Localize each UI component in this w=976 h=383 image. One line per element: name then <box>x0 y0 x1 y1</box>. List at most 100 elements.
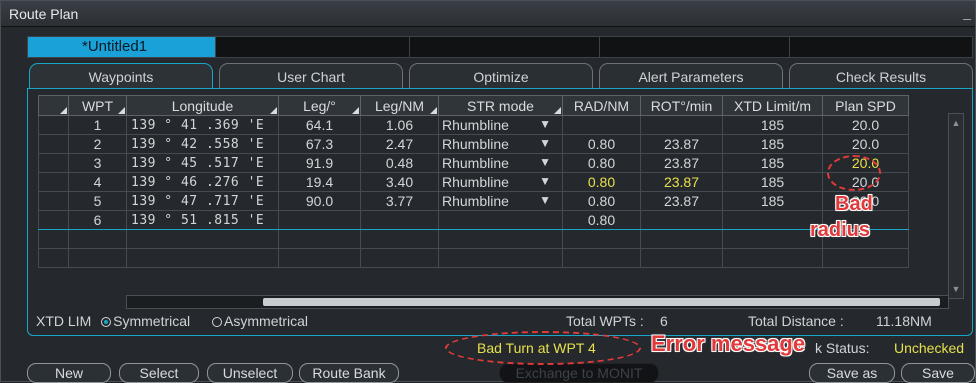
xtd-cell[interactable]: 185 <box>722 153 823 173</box>
col-longitude[interactable]: Longitude <box>126 95 279 116</box>
table-row[interactable]: 2 139 ° 42 .558 'E 67.3 2.47 Rhumbline ▼ … <box>38 134 909 154</box>
xtd-cell[interactable]: 185 <box>722 172 823 192</box>
table-row-empty[interactable] <box>38 229 909 249</box>
radio-symmetrical[interactable] <box>101 317 112 327</box>
symmetrical-label[interactable]: Symmetrical <box>113 313 190 329</box>
row-select-cell[interactable] <box>38 153 69 173</box>
str-mode-dropdown[interactable]: Rhumbline ▼ <box>438 191 563 211</box>
rot-cell: 23.87 <box>640 191 723 211</box>
dropdown-arrow-icon[interactable]: ▼ <box>539 174 551 188</box>
longitude-cell[interactable]: 139 ° 46 .276 'E <box>126 172 279 192</box>
rot-cell: 23.87 <box>640 153 723 173</box>
row-select-cell[interactable] <box>38 134 69 154</box>
table-row-empty[interactable] <box>38 248 909 268</box>
asymmetrical-label[interactable]: Asymmetrical <box>224 313 308 329</box>
longitude-cell[interactable]: 139 ° 47 .717 'E <box>126 191 279 211</box>
rad-cell[interactable]: 0.80 <box>562 153 641 173</box>
table-row[interactable]: 3 139 ° 45 .517 'E 91.9 0.48 Rhumbline ▼ … <box>38 153 909 173</box>
route-file-tabs: *Untitled1 <box>27 36 973 58</box>
radio-asymmetrical[interactable] <box>212 317 223 327</box>
leg-deg-cell: 19.4 <box>278 172 361 192</box>
tab-bar: Waypoints User Chart Optimize Alert Para… <box>27 63 973 89</box>
table-row[interactable]: 4 139 ° 46 .276 'E 19.4 3.40 Rhumbline ▼ … <box>38 172 909 192</box>
error-message-annotation: Error message <box>651 331 806 356</box>
select-all-header[interactable] <box>38 95 69 116</box>
scroll-up-icon[interactable]: ▲ <box>951 118 961 128</box>
dropdown-arrow-icon[interactable]: ▼ <box>539 155 551 169</box>
longitude-cell[interactable]: 139 ° 51 .815 'E <box>126 210 279 230</box>
str-mode-dropdown[interactable]: Rhumbline ▼ <box>438 134 563 154</box>
row-select-cell[interactable] <box>38 210 69 230</box>
col-leg-nm[interactable]: Leg/NM <box>360 95 439 116</box>
xtd-cell[interactable]: 185 <box>722 134 823 154</box>
empty-file-slot[interactable] <box>216 37 410 57</box>
exchange-to-monit-button[interactable]: Exchange to MONIT <box>499 363 659 383</box>
tab-optimize[interactable]: Optimize <box>409 63 593 89</box>
plan-spd-cell[interactable]: 20.0 <box>822 115 909 135</box>
str-mode-cell[interactable] <box>438 210 563 230</box>
dropdown-arrow-icon[interactable]: ▼ <box>539 136 551 150</box>
total-distance-label: Total Distance : <box>748 313 844 329</box>
table-row[interactable]: 1 139 ° 41 .369 'E 64.1 1.06 Rhumbline ▼ … <box>38 115 909 135</box>
horizontal-scrollbar[interactable] <box>126 295 949 309</box>
table-row-selected[interactable]: 6 139 ° 51 .815 'E 0.80 <box>38 210 909 230</box>
save-button[interactable]: Save <box>901 363 975 383</box>
tab-check-results[interactable]: Check Results <box>789 63 973 89</box>
col-str-mode[interactable]: STR mode <box>438 95 563 116</box>
row-select-cell[interactable] <box>38 191 69 211</box>
xtd-cell[interactable]: 185 <box>722 191 823 211</box>
str-mode-value: Rhumbline <box>442 155 509 171</box>
vertical-scrollbar[interactable]: ▲ ▼ <box>948 113 964 299</box>
new-button[interactable]: New <box>27 363 111 383</box>
save-as-button[interactable]: Save as <box>809 363 895 383</box>
empty-file-slot[interactable] <box>600 37 790 57</box>
longitude-cell[interactable]: 139 ° 42 .558 'E <box>126 134 279 154</box>
xtd-cell[interactable] <box>722 210 823 230</box>
rad-cell[interactable] <box>562 115 641 135</box>
leg-nm-cell: 3.40 <box>360 172 439 192</box>
bad-annotation: Bad <box>835 193 873 215</box>
xtd-cell[interactable]: 185 <box>722 115 823 135</box>
dropdown-arrow-icon[interactable]: ▼ <box>539 117 551 131</box>
leg-deg-cell: 90.0 <box>278 191 361 211</box>
tab-alert-parameters[interactable]: Alert Parameters <box>599 63 783 89</box>
longitude-cell[interactable]: 139 ° 45 .517 'E <box>126 153 279 173</box>
row-select-cell[interactable] <box>38 115 69 135</box>
col-xtd-limit[interactable]: XTD Limit/m <box>722 95 823 116</box>
dropdown-arrow-icon[interactable]: ▼ <box>539 193 551 207</box>
empty-file-slot[interactable] <box>410 37 600 57</box>
col-leg-deg[interactable]: Leg/° <box>278 95 361 116</box>
minimize-button[interactable]: _ <box>963 0 971 25</box>
scrollbar-thumb[interactable] <box>263 298 940 306</box>
rad-cell[interactable]: 0.80 <box>562 191 641 211</box>
str-mode-dropdown[interactable]: Rhumbline ▼ <box>438 172 563 192</box>
leg-nm-cell: 3.77 <box>360 191 439 211</box>
table-row[interactable]: 5 139 ° 47 .717 'E 90.0 3.77 Rhumbline ▼ … <box>38 191 909 211</box>
rad-cell[interactable]: 0.80 <box>562 134 641 154</box>
route-bank-button[interactable]: Route Bank <box>299 363 399 383</box>
str-mode-dropdown[interactable]: Rhumbline ▼ <box>438 153 563 173</box>
unselect-button[interactable]: Unselect <box>207 363 293 383</box>
plan-spd-cell[interactable]: 20.0 <box>822 134 909 154</box>
wpt-cell: 6 <box>68 210 127 230</box>
rad-cell-warning[interactable]: 0.80 <box>562 172 641 192</box>
empty-file-slot[interactable] <box>790 37 972 57</box>
total-wpts-value: 6 <box>660 313 668 329</box>
wpt-cell: 4 <box>68 172 127 192</box>
scroll-down-icon[interactable]: ▼ <box>951 284 961 294</box>
table-header-row: WPT Longitude Leg/° Leg/NM STR mode RAD/… <box>38 95 909 116</box>
longitude-cell[interactable]: 139 ° 41 .369 'E <box>126 115 279 135</box>
select-button[interactable]: Select <box>119 363 199 383</box>
col-rot-min[interactable]: ROT°/min <box>640 95 723 116</box>
route-file-tab[interactable]: *Untitled1 <box>28 37 216 57</box>
str-mode-dropdown[interactable]: Rhumbline ▼ <box>438 115 563 135</box>
tab-user-chart[interactable]: User Chart <box>219 63 403 89</box>
rad-cell[interactable]: 0.80 <box>562 210 641 230</box>
col-plan-spd[interactable]: Plan SPD <box>822 95 909 116</box>
row-select-cell[interactable] <box>38 172 69 192</box>
waypoints-panel: WPT Longitude Leg/° Leg/NM STR mode RAD/… <box>27 88 973 336</box>
col-rad-nm[interactable]: RAD/NM <box>562 95 641 116</box>
col-wpt[interactable]: WPT <box>68 95 127 116</box>
leg-nm-cell: 1.06 <box>360 115 439 135</box>
tab-waypoints[interactable]: Waypoints <box>29 63 213 89</box>
